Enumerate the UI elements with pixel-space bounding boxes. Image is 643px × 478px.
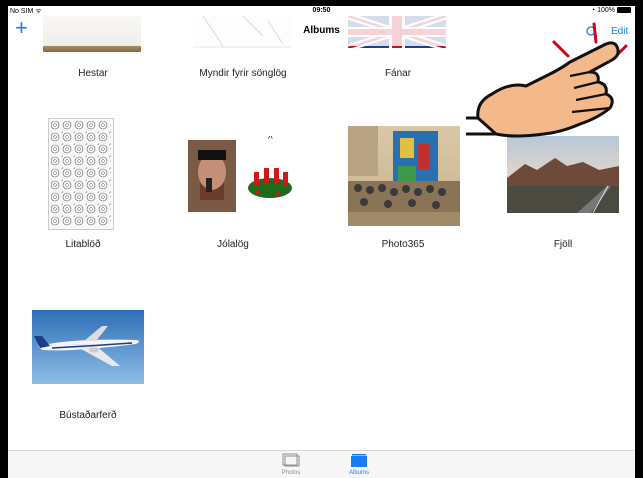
mountain-road-icon: [507, 158, 619, 213]
status-bar: No SIM ᯤ 09:50 ◔ 100%: [8, 6, 635, 16]
album-label: Bústaðarferð: [59, 410, 117, 421]
svg-text:^: ^: [268, 136, 273, 145]
church-interior-icon: [348, 126, 460, 226]
tab-albums[interactable]: Albums: [329, 453, 389, 476]
tab-label: Albums: [348, 470, 369, 476]
album-thumbnail: [48, 118, 114, 230]
tab-bar: Photos Albums: [8, 450, 635, 478]
pointing-hand-icon: [466, 22, 628, 138]
tab-photos[interactable]: Photos: [261, 453, 321, 476]
ipad-screen: No SIM ᯤ 09:50 ◔ 100% Hestar Myndir fyri…: [8, 6, 635, 478]
album-thumbnail: [32, 310, 144, 384]
singer-and-advent-wreath-icon: ^: [188, 136, 292, 212]
album-thumbnail: [507, 136, 619, 213]
album-label: Fjöll: [553, 239, 573, 250]
airplane-icon: [34, 326, 139, 366]
coloring-page-icon: [51, 121, 111, 227]
battery-indicator: ◔ 100%: [591, 7, 631, 14]
albums-icon: [351, 454, 367, 467]
battery-icon: [617, 7, 631, 13]
album-thumbnail: ^: [188, 136, 296, 216]
album-thumbnail: [348, 126, 460, 226]
tab-label: Photos: [281, 470, 301, 476]
photos-icon: [282, 453, 300, 467]
clock: 09:50: [312, 7, 331, 14]
alarm-icon: ◔: [590, 7, 596, 14]
